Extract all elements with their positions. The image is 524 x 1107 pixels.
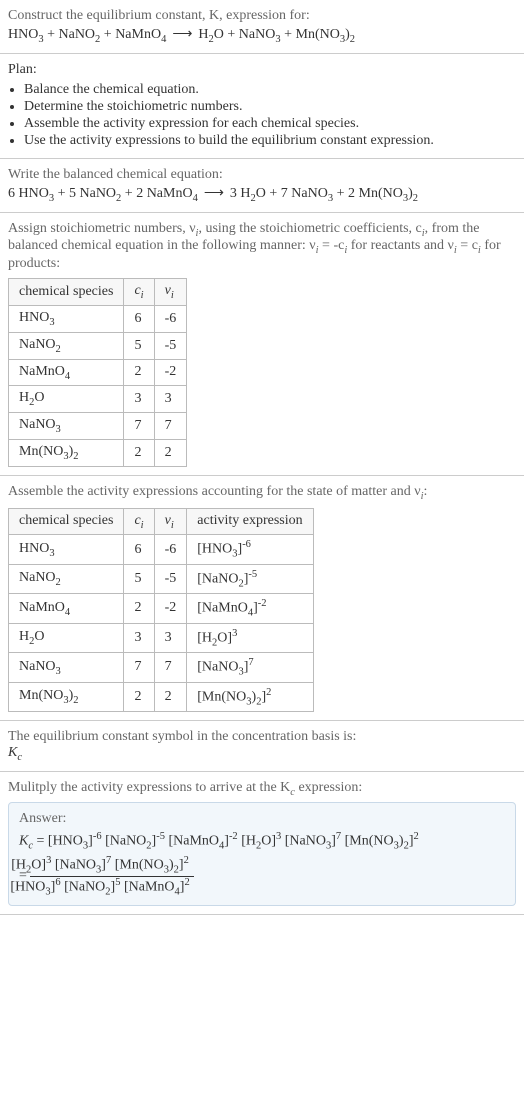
col-nui: νi <box>154 508 187 535</box>
nui-cell: 7 <box>154 653 187 682</box>
kc-product-line: Kc = [HNO3]-6 [NaNO2]-5 [NaMnO4]-2 [H2O]… <box>43 831 505 851</box>
ci-cell: 6 <box>124 535 154 564</box>
nui-cell: 7 <box>154 413 187 440</box>
species-cell: H2O <box>9 623 124 652</box>
col-species: chemical species <box>9 508 124 535</box>
plan-list: Balance the chemical equation.Determine … <box>8 82 516 149</box>
nui-cell: -2 <box>154 359 187 386</box>
ci-cell: 2 <box>124 682 154 711</box>
table-row: H2O33[H2O]3 <box>9 623 314 652</box>
col-species: chemical species <box>9 279 124 306</box>
col-ci: ci <box>124 279 154 306</box>
nui-cell: -5 <box>154 332 187 359</box>
activity-cell: [HNO3]-6 <box>187 535 313 564</box>
ci-cell: 5 <box>124 564 154 593</box>
stoich-section: Assign stoichiometric numbers, νi, using… <box>0 213 524 476</box>
nui-cell: 2 <box>154 682 187 711</box>
plan-item: Determine the stoichiometric numbers. <box>24 99 516 115</box>
nui-cell: -2 <box>154 594 187 623</box>
ci-cell: 7 <box>124 413 154 440</box>
balanced-heading: Write the balanced chemical equation: <box>8 167 516 183</box>
table-row: HNO36-6 <box>9 305 187 332</box>
ci-cell: 2 <box>124 439 154 466</box>
kc-fraction-line: = [H2O]3 [NaNO3]7 [Mn(NO3)2]2[HNO3]6 [Na… <box>43 855 505 897</box>
plan-section: Plan: Balance the chemical equation.Dete… <box>0 54 524 159</box>
species-cell: NaMnO4 <box>9 594 124 623</box>
intro-section: Construct the equilibrium constant, K, e… <box>0 0 524 54</box>
species-cell: HNO3 <box>9 535 124 564</box>
nui-cell: -5 <box>154 564 187 593</box>
species-cell: NaNO3 <box>9 653 124 682</box>
stoich-table: chemical speciesciνiHNO36-6NaNO25-5NaMnO… <box>8 278 187 467</box>
table-row: NaNO25-5[NaNO2]-5 <box>9 564 314 593</box>
species-cell: Mn(NO3)2 <box>9 439 124 466</box>
plan-item: Use the activity expressions to build th… <box>24 133 516 149</box>
balanced-section: Write the balanced chemical equation: 6 … <box>0 159 524 213</box>
activity-cell: [NaMnO4]-2 <box>187 594 313 623</box>
plan-heading: Plan: <box>8 62 516 78</box>
ci-cell: 5 <box>124 332 154 359</box>
answer-box: Answer: Kc = [HNO3]-6 [NaNO2]-5 [NaMnO4]… <box>8 802 516 906</box>
activity-cell: [H2O]3 <box>187 623 313 652</box>
col-activity: activity expression <box>187 508 313 535</box>
nui-cell: 2 <box>154 439 187 466</box>
ci-cell: 2 <box>124 359 154 386</box>
ci-cell: 7 <box>124 653 154 682</box>
final-section: Mulitply the activity expressions to arr… <box>0 772 524 915</box>
table-row: NaMnO42-2 <box>9 359 187 386</box>
species-cell: HNO3 <box>9 305 124 332</box>
activity-table: chemical speciesciνiactivity expressionH… <box>8 508 314 713</box>
ci-cell: 6 <box>124 305 154 332</box>
final-heading: Mulitply the activity expressions to arr… <box>8 780 516 798</box>
table-row: Mn(NO3)222 <box>9 439 187 466</box>
nui-cell: 3 <box>154 386 187 413</box>
col-ci: ci <box>124 508 154 535</box>
activity-heading: Assemble the activity expressions accoun… <box>8 484 516 502</box>
answer-label: Answer: <box>19 811 505 827</box>
intro-prompt: Construct the equilibrium constant, K, e… <box>8 8 516 24</box>
table-row: H2O33 <box>9 386 187 413</box>
symbol-line: The equilibrium constant symbol in the c… <box>8 729 516 745</box>
nui-cell: -6 <box>154 305 187 332</box>
table-row: NaNO377 <box>9 413 187 440</box>
balanced-equation: 6 HNO3 + 5 NaNO2 + 2 NaMnO4⟶3 H2O + 7 Na… <box>8 185 516 204</box>
species-cell: NaNO3 <box>9 413 124 440</box>
species-cell: NaMnO4 <box>9 359 124 386</box>
stoich-heading: Assign stoichiometric numbers, νi, using… <box>8 221 516 273</box>
symbol-section: The equilibrium constant symbol in the c… <box>0 721 524 772</box>
symbol-kc: Kc <box>8 745 516 763</box>
plan-item: Balance the chemical equation. <box>24 82 516 98</box>
plan-item: Assemble the activity expression for eac… <box>24 116 516 132</box>
table-row: NaMnO42-2[NaMnO4]-2 <box>9 594 314 623</box>
activity-cell: [NaNO3]7 <box>187 653 313 682</box>
activity-cell: [Mn(NO3)2]2 <box>187 682 313 711</box>
ci-cell: 3 <box>124 386 154 413</box>
nui-cell: 3 <box>154 623 187 652</box>
table-row: HNO36-6[HNO3]-6 <box>9 535 314 564</box>
ci-cell: 3 <box>124 623 154 652</box>
activity-cell: [NaNO2]-5 <box>187 564 313 593</box>
species-cell: Mn(NO3)2 <box>9 682 124 711</box>
nui-cell: -6 <box>154 535 187 564</box>
species-cell: NaNO2 <box>9 332 124 359</box>
intro-equation: HNO3 + NaNO2 + NaMnO4⟶H2O + NaNO3 + Mn(N… <box>8 26 516 45</box>
table-row: NaNO25-5 <box>9 332 187 359</box>
species-cell: NaNO2 <box>9 564 124 593</box>
col-nui: νi <box>154 279 187 306</box>
activity-section: Assemble the activity expressions accoun… <box>0 476 524 721</box>
ci-cell: 2 <box>124 594 154 623</box>
species-cell: H2O <box>9 386 124 413</box>
table-row: Mn(NO3)222[Mn(NO3)2]2 <box>9 682 314 711</box>
table-row: NaNO377[NaNO3]7 <box>9 653 314 682</box>
